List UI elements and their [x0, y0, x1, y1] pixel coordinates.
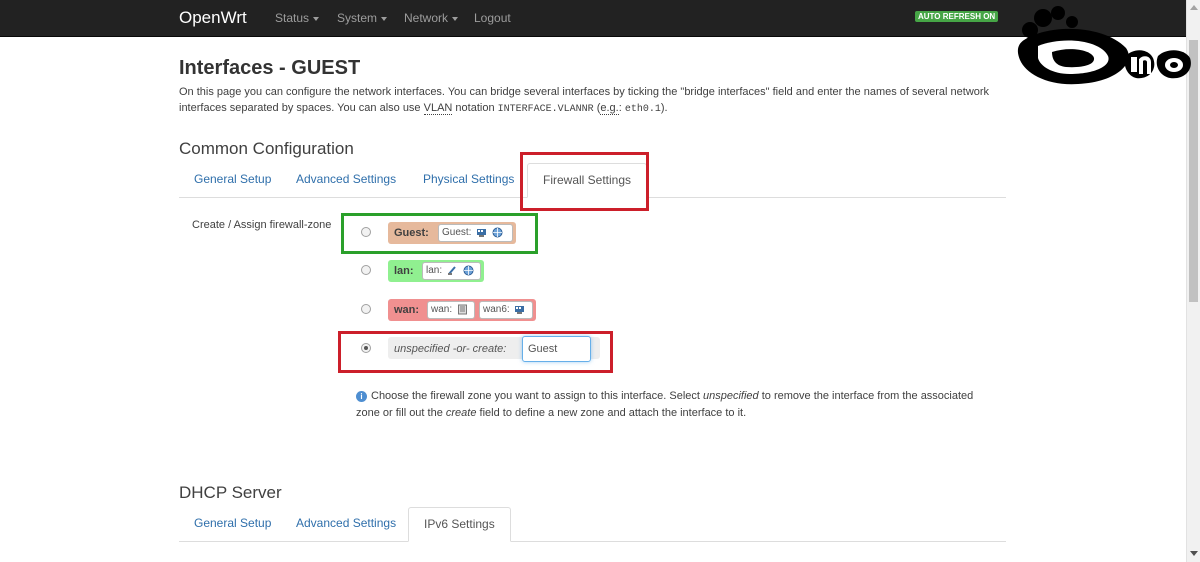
page-description: On this page you can configure the netwo…	[179, 84, 1009, 118]
section-heading-dhcp: DHCP Server	[179, 483, 282, 502]
chevron-down-icon	[313, 16, 320, 21]
highlight-create-zone	[338, 331, 613, 373]
help-emphasis: create	[445, 407, 477, 419]
network-wan-box: wan:	[427, 301, 475, 319]
zone-wan-name: wan:	[394, 304, 420, 316]
tab-physical-settings[interactable]: Physical Settings	[408, 163, 529, 196]
network-lan-label: lan:	[426, 265, 443, 277]
tab-general-setup[interactable]: General Setup	[179, 163, 286, 196]
dino-watermark-logo	[1017, 6, 1191, 85]
tab-advanced-settings[interactable]: Advanced Settings	[281, 163, 411, 196]
highlight-guest-zone	[341, 213, 538, 254]
desc-text: ).	[660, 102, 668, 114]
menu-system-label: System	[337, 11, 378, 25]
dhcp-server-tabs: General Setup Advanced Settings IPv6 Set…	[179, 507, 1006, 542]
section-heading-common: Common Configuration	[179, 139, 354, 158]
zone-wan-badge[interactable]: wan: wan: wan6:	[388, 299, 536, 321]
firewall-zone-help: i Choose the firewall zone you want to as…	[356, 388, 976, 422]
network-wan-label: wan:	[431, 304, 453, 316]
brand-logo[interactable]: OpenWrt	[179, 8, 247, 28]
chevron-down-icon	[381, 16, 388, 21]
vlan-abbr: VLAN	[423, 102, 453, 115]
eg-abbr: e.g.	[600, 102, 619, 115]
info-icon: i	[356, 390, 367, 402]
network-lan-box: lan:	[422, 262, 481, 280]
highlight-firewall-tab	[520, 152, 649, 211]
tab-dhcp-general-setup[interactable]: General Setup	[179, 507, 286, 540]
help-emphasis: unspecified	[703, 390, 759, 402]
menu-status[interactable]: Status	[275, 11, 320, 25]
help-text: field to define a new zone and attach th…	[476, 407, 747, 419]
tab-dhcp-advanced-settings[interactable]: Advanced Settings	[281, 507, 411, 540]
page-title: Interfaces - GUEST	[179, 57, 361, 79]
zone-lan-badge[interactable]: lan: lan:	[388, 260, 484, 282]
menu-system[interactable]: System	[337, 11, 388, 25]
chevron-down-icon	[452, 16, 459, 21]
device-icon	[457, 304, 467, 315]
code-sample: INTERFACE.VLANNR	[497, 104, 594, 115]
help-text: Choose the firewall zone you want to ass…	[371, 390, 704, 402]
radio-zone-wan[interactable]	[361, 304, 371, 314]
globe-icon	[463, 265, 474, 276]
scroll-down-arrow-icon[interactable]	[1190, 551, 1198, 556]
auto-refresh-badge[interactable]: AUTO REFRESH ON	[915, 11, 999, 22]
zone-lan-name: lan:	[394, 265, 414, 277]
menu-network[interactable]: Network	[404, 11, 459, 25]
ethernet-icon	[447, 266, 456, 275]
menu-logout[interactable]: Logout	[474, 11, 511, 25]
firewall-zone-label: Create / Assign firewall-zone	[192, 219, 332, 231]
desc-text: notation	[452, 102, 498, 114]
menu-network-label: Network	[404, 11, 449, 25]
wifi-network-icon	[515, 306, 525, 314]
network-wan6-label: wan6:	[483, 304, 510, 316]
tab-dhcp-ipv6-settings[interactable]: IPv6 Settings	[408, 507, 511, 542]
network-wan6-box: wan6:	[479, 301, 533, 319]
menu-status-label: Status	[275, 11, 310, 25]
radio-zone-lan[interactable]	[361, 265, 371, 275]
code-sample: eth0.1	[624, 104, 661, 115]
